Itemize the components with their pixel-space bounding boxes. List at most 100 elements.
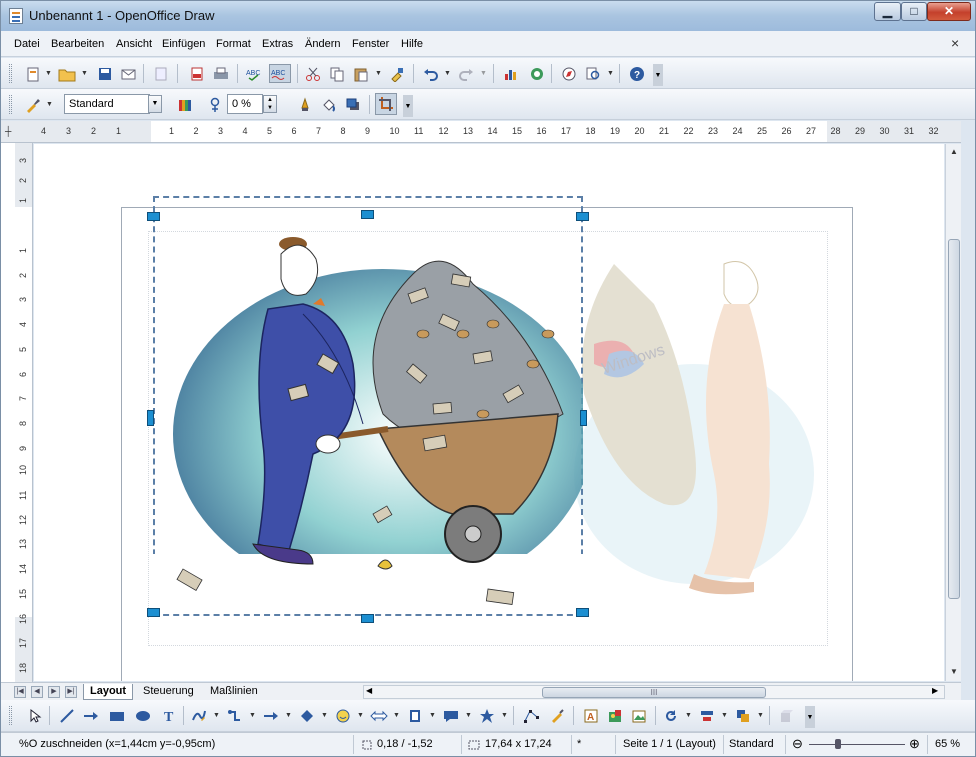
horizontal-ruler[interactable]: ┼ 4 3 2 1 1 2 3 4 5 6 7 8 9 10 11 12 13 14 15 16 17 18 19 20 21 2… — [1, 121, 961, 143]
redo-dropdown-icon[interactable]: ▼ — [480, 70, 487, 77]
from-file-icon[interactable] — [605, 706, 625, 725]
crop-image-icon[interactable] — [375, 93, 397, 115]
paste-icon[interactable] — [351, 64, 371, 83]
arrange-icon[interactable] — [733, 706, 753, 725]
basic-shapes-icon[interactable] — [297, 706, 317, 725]
style-combo-arrow-icon[interactable]: ▼ — [148, 95, 162, 113]
next-tab-icon[interactable]: ▶ — [48, 686, 60, 698]
zoom-icon[interactable] — [583, 64, 603, 83]
edit-file-icon[interactable] — [151, 64, 171, 83]
lines-arrows-dropdown-icon[interactable]: ▼ — [285, 712, 292, 719]
rotate-icon[interactable] — [661, 706, 681, 725]
handle-middle-left[interactable] — [147, 410, 154, 426]
copy-icon[interactable] — [327, 64, 347, 83]
tab-steuerung[interactable]: Steuerung — [137, 684, 200, 700]
rotate-dropdown-icon[interactable]: ▼ — [685, 712, 692, 719]
clone-formatting-icon[interactable] — [387, 64, 407, 83]
menu-einfuegen[interactable]: Einfügen — [162, 38, 205, 50]
line-pen-icon[interactable] — [295, 95, 315, 114]
navigator-icon[interactable] — [559, 64, 579, 83]
alignment-dropdown-icon[interactable]: ▼ — [721, 712, 728, 719]
symbol-shapes-dropdown-icon[interactable]: ▼ — [357, 712, 364, 719]
flowchart-dropdown-icon[interactable]: ▼ — [429, 712, 436, 719]
callouts-dropdown-icon[interactable]: ▼ — [465, 712, 472, 719]
horizontal-scroll-thumb[interactable]: III — [542, 687, 766, 698]
handle-bottom-right[interactable] — [576, 608, 589, 617]
spellcheck-icon[interactable]: ABC — [245, 64, 265, 83]
symbol-shapes-icon[interactable] — [333, 706, 353, 725]
close-button[interactable]: ✕ — [927, 2, 971, 21]
arrange-dropdown-icon[interactable]: ▼ — [757, 712, 764, 719]
autospellcheck-icon[interactable]: ABC — [269, 64, 291, 83]
draw-app-icon[interactable] — [9, 8, 23, 24]
vertical-ruler[interactable]: 3 2 1 1 2 3 4 5 6 7 8 9 10 11 12 13 14 15 16 17 18 — [1, 143, 33, 683]
connector-tool-icon[interactable] — [225, 706, 245, 725]
scroll-down-icon[interactable]: ▼ — [950, 667, 958, 676]
menu-datei[interactable]: Datei — [14, 38, 40, 50]
transparency-icon[interactable] — [205, 95, 225, 114]
handle-top-left[interactable] — [147, 212, 160, 221]
print-icon[interactable] — [211, 64, 231, 83]
ellipse-tool-icon[interactable] — [133, 706, 153, 725]
prev-tab-icon[interactable]: ◀ — [31, 686, 43, 698]
maximize-button[interactable]: □ — [901, 2, 927, 21]
style-dropdown-icon[interactable]: ▼ — [46, 101, 53, 108]
export-pdf-icon[interactable] — [187, 64, 207, 83]
handle-middle-right[interactable] — [580, 410, 587, 426]
handle-bottom-middle[interactable] — [361, 614, 374, 623]
curve-tool-icon[interactable] — [189, 706, 209, 725]
email-icon[interactable] — [119, 64, 139, 83]
vertical-scroll-thumb[interactable] — [948, 239, 960, 599]
toolbar-grip[interactable] — [9, 64, 12, 83]
connector-dropdown-icon[interactable]: ▼ — [249, 712, 256, 719]
tab-layout[interactable]: Layout — [83, 684, 134, 700]
open-dropdown-icon[interactable]: ▼ — [81, 70, 88, 77]
basic-shapes-dropdown-icon[interactable]: ▼ — [321, 712, 328, 719]
flowchart-icon[interactable] — [405, 706, 425, 725]
area-color-icon[interactable] — [175, 95, 195, 114]
paste-dropdown-icon[interactable]: ▼ — [375, 70, 382, 77]
horizontal-scrollbar[interactable]: ◀ III ▶ — [363, 685, 945, 699]
curve-dropdown-icon[interactable]: ▼ — [213, 712, 220, 719]
ruler-corner-icon[interactable]: ┼ — [5, 126, 11, 136]
line-tool-icon[interactable] — [57, 706, 77, 725]
transparency-field[interactable]: 0 % — [227, 94, 263, 114]
cartoon-image[interactable] — [153, 214, 583, 614]
redo-icon[interactable] — [456, 64, 476, 83]
menu-extras[interactable]: Extras — [262, 38, 293, 50]
transparency-spinner-icon[interactable]: ▲ ▼ — [263, 95, 277, 113]
scroll-right-icon[interactable]: ▶ — [932, 686, 938, 695]
title-bar[interactable]: Unbenannt 1 - OpenOffice Draw ▁ □ ✕ — [1, 1, 975, 31]
scroll-up-icon[interactable]: ▲ — [950, 147, 958, 156]
toolbar-more-icon[interactable]: ▼ — [653, 64, 663, 86]
cut-icon[interactable] — [303, 64, 323, 83]
first-tab-icon[interactable]: |◀ — [14, 686, 26, 698]
fontwork-icon[interactable]: A — [581, 706, 601, 725]
gallery-icon[interactable] — [527, 64, 547, 83]
drawing-style-select[interactable]: Standard — [64, 94, 150, 114]
menu-bearbeiten[interactable]: Bearbeiten — [51, 38, 104, 50]
handle-top-right[interactable] — [576, 212, 589, 221]
style-brush-icon[interactable] — [23, 95, 43, 114]
points-icon[interactable] — [521, 706, 541, 725]
gallery-tool-icon[interactable] — [629, 706, 649, 725]
block-arrows-icon[interactable] — [369, 706, 389, 725]
save-icon[interactable] — [95, 64, 115, 83]
scroll-left-icon[interactable]: ◀ — [366, 686, 372, 695]
undo-dropdown-icon[interactable]: ▼ — [444, 70, 451, 77]
area-fill-icon[interactable] — [319, 95, 339, 114]
menu-format[interactable]: Format — [216, 38, 251, 50]
stars-dropdown-icon[interactable]: ▼ — [501, 712, 508, 719]
lines-arrows-icon[interactable] — [261, 706, 281, 725]
status-size[interactable]: 17,64 x 17,24 — [485, 738, 552, 750]
toolbar-more-icon[interactable]: ▼ — [805, 706, 815, 728]
toolbar-more-icon[interactable]: ▼ — [403, 95, 413, 117]
toolbar-grip[interactable] — [9, 95, 12, 114]
handle-bottom-left[interactable] — [147, 608, 160, 617]
zoom-dropdown-icon[interactable]: ▼ — [607, 70, 614, 77]
tab-masslinien[interactable]: Maßlinien — [204, 684, 264, 700]
callouts-icon[interactable] — [441, 706, 461, 725]
menu-aendern[interactable]: Ändern — [305, 38, 340, 50]
zoom-out-icon[interactable]: ⊖ — [792, 736, 803, 752]
line-arrow-tool-icon[interactable] — [81, 706, 101, 725]
